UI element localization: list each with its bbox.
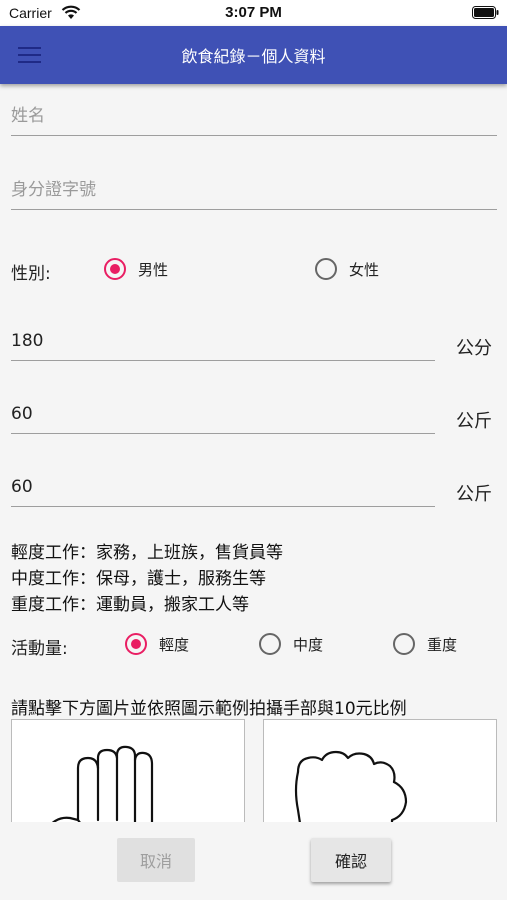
- activity-label: 活動量:: [11, 639, 68, 659]
- activity-radio-heavy[interactable]: 重度: [393, 633, 457, 655]
- weight-field: [11, 396, 435, 434]
- activity-info-heavy: 重度工作：運動員，搬家工人等: [11, 595, 249, 615]
- radio-checked-icon: [104, 258, 126, 280]
- activity-radio-light[interactable]: 輕度: [125, 633, 189, 655]
- bottom-action-bar: 取消 確認: [0, 822, 507, 900]
- target-weight-field: [11, 469, 435, 507]
- gender-label: 性別:: [11, 264, 51, 284]
- weight-input[interactable]: [11, 396, 435, 432]
- height-input[interactable]: [11, 323, 435, 359]
- hand-photo-example-fist[interactable]: [263, 719, 497, 839]
- radio-unchecked-icon: [259, 633, 281, 655]
- status-time: 3:07 PM: [225, 4, 282, 21]
- gender-option-male-label: 男性: [138, 260, 169, 279]
- weight-unit: 公斤: [456, 411, 492, 432]
- app-bar: 飲食紀錄－個人資料: [0, 26, 507, 84]
- height-field: [11, 323, 435, 361]
- activity-info-medium: 中度工作：保母，護士，服務生等: [11, 569, 266, 589]
- radio-checked-icon: [125, 633, 147, 655]
- status-bar: Carrier 3:07 PM: [0, 0, 507, 26]
- id-number-input[interactable]: [11, 172, 497, 208]
- name-input[interactable]: [11, 98, 497, 134]
- confirm-button[interactable]: 確認: [311, 838, 391, 882]
- gender-option-female-label: 女性: [349, 260, 380, 279]
- activity-info-light: 輕度工作：家務，上班族，售貨員等: [11, 543, 283, 563]
- id-number-field: [11, 172, 497, 210]
- activity-option-medium-label: 中度: [293, 635, 324, 654]
- cancel-button[interactable]: 取消: [117, 838, 195, 882]
- activity-radio-medium[interactable]: 中度: [259, 633, 323, 655]
- photo-instruction: 請點擊下方圖片並依照圖示範例拍攝手部與10元比例: [11, 699, 407, 719]
- activity-option-heavy-label: 重度: [427, 635, 458, 654]
- height-unit: 公分: [456, 338, 492, 359]
- activity-info: 輕度工作：家務，上班族，售貨員等 中度工作：保母，護士，服務生等 重度工作：運動…: [11, 540, 283, 618]
- hand-photo-example-open[interactable]: [11, 719, 245, 839]
- name-field: [11, 98, 497, 136]
- activity-option-light-label: 輕度: [159, 635, 190, 654]
- battery-icon: [472, 6, 499, 19]
- gender-radio-male[interactable]: 男性: [104, 258, 168, 280]
- target-weight-unit: 公斤: [456, 484, 492, 505]
- target-weight-input[interactable]: [11, 469, 435, 505]
- radio-unchecked-icon: [315, 258, 337, 280]
- gender-radio-female[interactable]: 女性: [315, 258, 379, 280]
- radio-unchecked-icon: [393, 633, 415, 655]
- page-title: 飲食紀錄－個人資料: [181, 47, 326, 66]
